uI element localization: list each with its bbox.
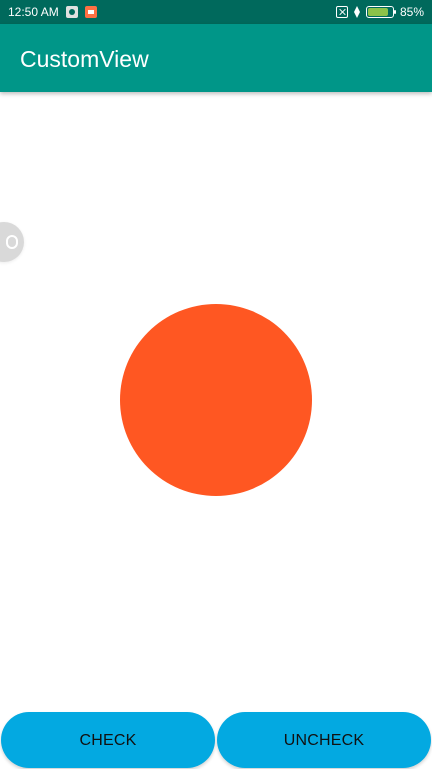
battery-icon: [365, 6, 396, 18]
app-title: CustomView: [20, 46, 149, 72]
uncheck-button[interactable]: UNCHECK: [217, 712, 431, 768]
status-time: 12:50 AM: [8, 5, 59, 19]
battery-fill: [367, 8, 389, 16]
battery-tip: [393, 10, 396, 14]
battery-percent: 85%: [399, 5, 424, 19]
status-bar: 12:50 AM 85%: [0, 0, 432, 24]
side-floating-button[interactable]: [0, 222, 24, 262]
app-bar: CustomView: [0, 24, 432, 92]
check-button[interactable]: CHECK: [1, 712, 215, 768]
charging-icon: [353, 6, 360, 18]
status-right: 85%: [335, 4, 424, 20]
notification-icon-1: [66, 6, 78, 18]
notification-icon-2: [85, 6, 97, 18]
sim-off-icon: [335, 6, 348, 18]
custom-view-circle[interactable]: [120, 304, 312, 496]
